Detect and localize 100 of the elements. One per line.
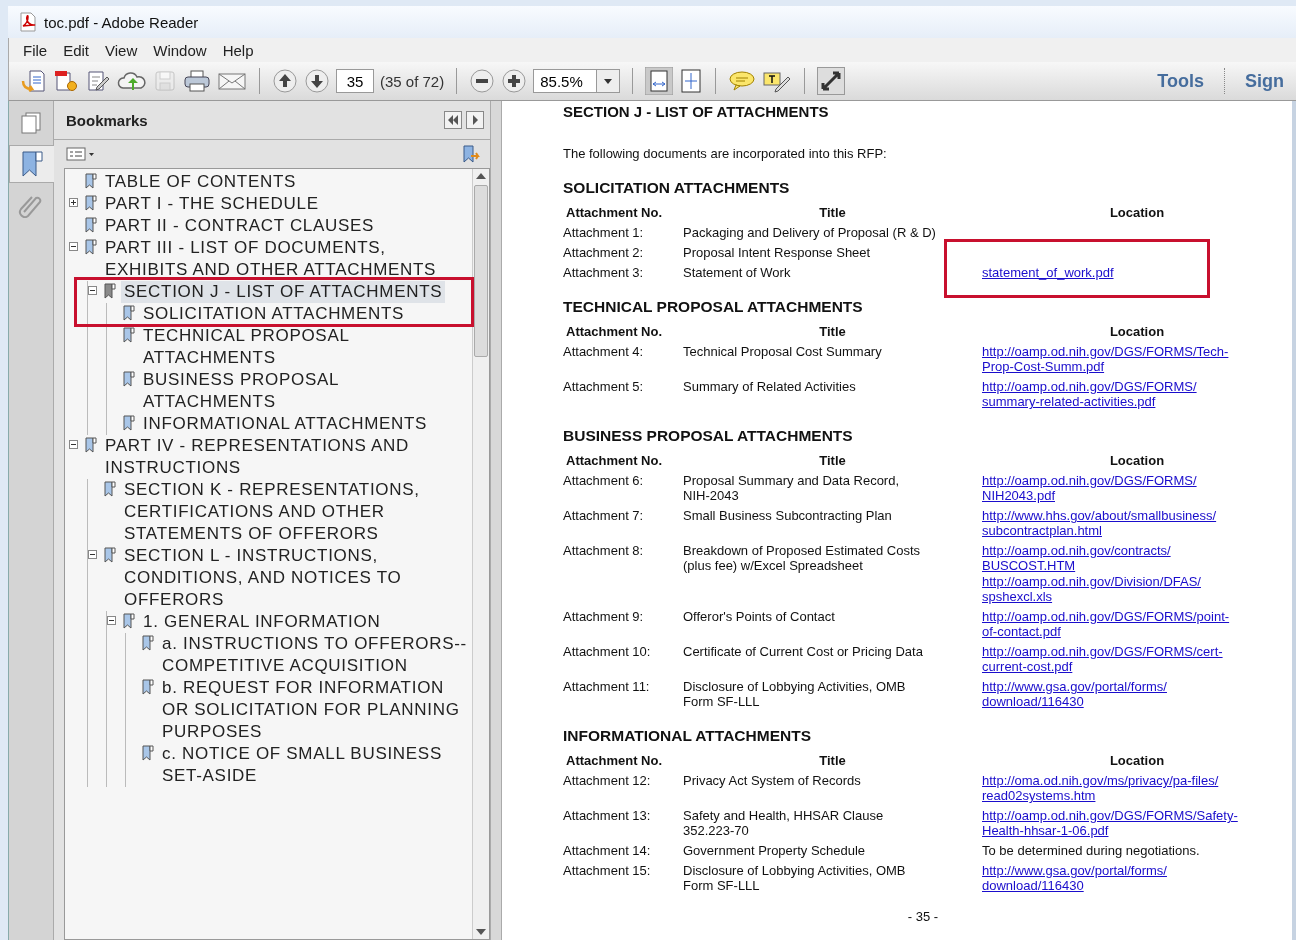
zoom-out-button[interactable] — [469, 68, 496, 94]
bookmark-icon — [85, 195, 97, 211]
menu-item[interactable]: File — [17, 39, 54, 61]
menu-item[interactable]: Edit — [57, 39, 96, 61]
rewind-icon[interactable] — [444, 111, 462, 129]
bookmark-icon — [85, 437, 97, 453]
attachment-title: Privacy Act System of Records — [683, 773, 862, 790]
attachment-number: Attachment 8: — [563, 543, 645, 560]
collapse-toggle[interactable] — [88, 286, 97, 295]
pane-button[interactable]: Tools — [1151, 70, 1210, 92]
bookmark-item[interactable]: PART II - CONTRACT CLAUSES — [102, 215, 378, 237]
zoom-in-button[interactable] — [501, 68, 528, 94]
menu-item[interactable]: View — [99, 39, 144, 61]
next-page-button[interactable] — [304, 68, 330, 94]
text-highlight-icon[interactable] — [762, 69, 793, 93]
bookmark-item[interactable]: 1. GENERAL INFORMATION — [140, 611, 384, 633]
attachment-number: Attachment 9: — [563, 609, 645, 626]
bookmark-item[interactable]: SECTION L - INSTRUCTIONS, CONDITIONS, AND NOTICES TO OFFERORS — [121, 545, 472, 611]
attachment-title: Proposal Intent Response Sheet — [683, 245, 872, 260]
bookmark-item[interactable]: SECTION K - REPRESENTATIONS, CERTIFICATIONS AND OTHER STATEMENTS OF OFFERORS — [121, 479, 472, 545]
link[interactable]: http://oamp.od.nih.gov/DGS/FORMS/Tech- Prop-Cost-Summ.pdf — [982, 344, 1229, 374]
pdf-file-icon — [18, 12, 38, 32]
section-heading: SECTION J - LIST OF ATTACHMENTS — [563, 103, 830, 120]
collapse-toggle[interactable] — [107, 616, 116, 625]
link[interactable]: http://oamp.od.nih.gov/DGS/FORMS/ summary-related-activities.pdf — [982, 379, 1197, 409]
scroll-up-icon[interactable] — [476, 173, 486, 179]
bookmark-icon — [123, 613, 135, 629]
scrollbar[interactable] — [472, 169, 489, 939]
attachment-number: Attachment 7: — [563, 508, 645, 525]
bookmark-icon — [123, 327, 135, 343]
options-menu-button[interactable] — [66, 147, 96, 161]
menu-item[interactable]: Help — [216, 39, 260, 61]
expand-toggle[interactable] — [69, 198, 78, 207]
page-count: (35 of 72) — [380, 72, 445, 90]
column-header: Title — [818, 453, 847, 468]
attachment-number: Attachment 2: — [563, 245, 645, 260]
bookmark-item[interactable]: TABLE OF CONTENTS — [102, 171, 300, 193]
link[interactable]: http://oma.od.nih.gov/ms/privacy/pa-files/ read02systems.htm — [982, 773, 1219, 803]
edit-document-icon[interactable] — [85, 69, 111, 93]
bookmark-item[interactable]: PART I - THE SCHEDULE — [102, 193, 322, 215]
attachment-number: Attachment 10: — [563, 644, 652, 661]
menu-item[interactable]: Window — [147, 39, 213, 61]
page-number-field[interactable]: 35 — [336, 69, 374, 93]
link[interactable]: statement_of_work.pdf — [982, 265, 1114, 280]
bookmark-icon — [85, 217, 97, 233]
link[interactable]: http://oamp.od.nih.gov/DGS/FORMS/Safety- Health-hhsar-1-06.pdf — [982, 808, 1238, 838]
column-header: Attachment No. — [565, 205, 664, 220]
expand-icon[interactable] — [817, 67, 846, 95]
bookmark-item[interactable]: TECHNICAL PROPOSAL ATTACHMENTS — [140, 325, 472, 369]
bookmarks-tab[interactable] — [9, 145, 54, 183]
column-header: Title — [818, 324, 847, 339]
intro-text: The following documents are incorporated into this RFP: — [563, 146, 888, 161]
bookmark-icon — [85, 239, 97, 255]
attachment-number: Attachment 11: — [563, 679, 651, 696]
bookmark-icon — [20, 150, 44, 178]
bookmark-arrow-icon[interactable] — [462, 144, 482, 164]
link[interactable]: http://www.hhs.gov/about/smallbusiness/ subcontractplan.html — [982, 508, 1217, 538]
bookmark-item[interactable]: c. NOTICE OF SMALL BUSINESS SET-ASIDE — [159, 743, 472, 787]
attachment-number: Attachment 14: — [563, 843, 652, 858]
cloud-upload-icon[interactable] — [117, 69, 147, 93]
scroll-down-icon[interactable] — [476, 929, 486, 935]
bookmark-icon — [85, 173, 97, 189]
link[interactable]: http://www.gsa.gov/portal/forms/ download/116430 — [982, 679, 1167, 709]
column-header: Attachment No. — [565, 753, 664, 768]
link[interactable]: http://oamp.od.nih.gov/DGS/FORMS/point- of-contact.pdf — [982, 609, 1230, 639]
play-icon[interactable] — [466, 111, 484, 129]
column-header: Attachment No. — [565, 453, 664, 468]
pane-button[interactable]: Sign — [1239, 70, 1290, 92]
bookmark-icon — [142, 745, 154, 761]
attachment-title: Government Property Schedule — [683, 843, 867, 858]
zoom-field[interactable]: 85.5% — [533, 69, 621, 93]
attachment-title: Disclosure of Lobbying Activities, OMB Form SF-LLL — [683, 863, 907, 893]
collapse-toggle[interactable] — [69, 440, 78, 449]
previous-page-button[interactable] — [272, 68, 298, 94]
bookmark-item[interactable]: SECTION J - LIST OF ATTACHMENTS — [121, 281, 446, 303]
column-header: Title — [818, 753, 847, 768]
attachment-title: Breakdown of Proposed Estimated Costs (plus fee) w/Excel Spreadsheet — [683, 543, 921, 575]
bookmark-item[interactable]: SOLICITATION ATTACHMENTS — [140, 303, 408, 325]
comment-icon[interactable] — [728, 69, 757, 93]
link[interactable]: http://oamp.od.nih.gov/DGS/FORMS/ NIH2043.pdf — [982, 473, 1197, 503]
link[interactable]: http://oamp.od.nih.gov/DGS/FORMS/cert- current-cost.pdf — [982, 644, 1223, 674]
bookmark-item[interactable]: PART IV - REPRESENTATIONS AND INSTRUCTIONS — [102, 435, 472, 479]
bookmark-item[interactable]: INFORMATIONAL ATTACHMENTS — [140, 413, 431, 435]
attachment-number: Attachment 13: — [563, 808, 652, 825]
link[interactable]: http://oamp.od.nih.gov/Division/DFAS/ spshexcl.xls — [982, 574, 1201, 604]
scroll-thumb[interactable] — [474, 185, 488, 357]
column-header: Title — [818, 205, 847, 220]
document-arrow-icon[interactable] — [21, 69, 47, 93]
collapse-toggle[interactable] — [88, 550, 97, 559]
link[interactable]: http://www.gsa.gov/portal/forms/ download/116430 — [982, 863, 1167, 893]
location-text: To be determined during negotiations. — [982, 843, 1200, 858]
collapse-toggle[interactable] — [69, 242, 78, 251]
bookmark-item[interactable]: PART III - LIST OF DOCUMENTS, EXHIBITS AND OTHER ATTACHMENTS — [102, 237, 472, 281]
fit-page-icon[interactable] — [679, 68, 704, 94]
bookmark-item[interactable]: BUSINESS PROPOSAL ATTACHMENTS — [140, 369, 472, 413]
attachment-title: Offeror's Points of Contact — [683, 609, 836, 626]
fit-width-icon[interactable] — [645, 67, 674, 95]
dropdown-button[interactable] — [596, 70, 620, 92]
print-icon[interactable] — [183, 69, 211, 93]
panel-title: Bookmarks — [66, 111, 149, 129]
